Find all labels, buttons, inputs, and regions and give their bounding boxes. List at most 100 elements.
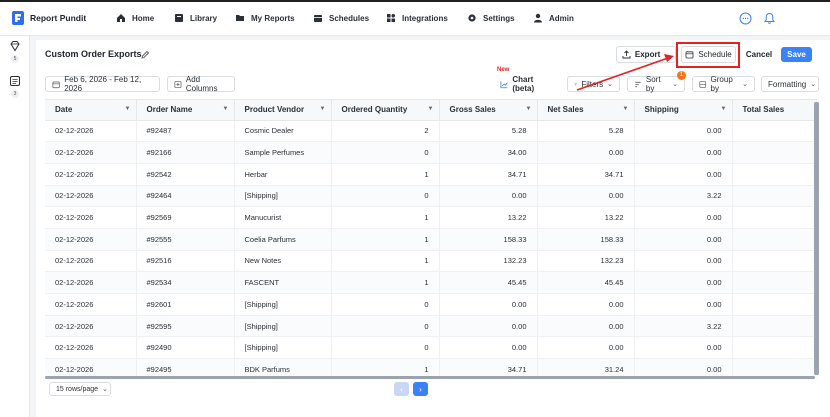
table-cell [732,293,817,316]
table-row[interactable]: 02-12-2026#92542Herbar134.7134.710.004 [45,163,817,186]
table-cell: 02-12-2026 [45,141,137,164]
brand-name: Report Pundit [30,13,87,23]
table-row[interactable]: 02-12-2026 #92555 Coelia Parfums 1 158.33 158… [45,228,817,251]
table-cell: 0.00 [634,250,733,273]
nav-schedules[interactable]: Schedules [313,13,369,23]
table-cell: 3.22 [634,185,733,208]
formatting-button[interactable]: Formatting ⌄ [761,76,819,92]
table-cell [732,206,817,229]
table-row[interactable]: 02-12-2026 #92464 [Shipping] 0 0.00 0.00 3.22 [45,185,817,208]
table-cell: #92490 [136,336,235,360]
table-cell: #92569 [136,206,235,229]
add-columns-label: Add Columns [185,75,218,93]
table-cell: 34.71 [439,163,538,186]
table-cell: Coelia Parfums [234,228,332,251]
list-icon[interactable] [9,75,21,87]
nav-settings[interactable]: Settings [467,13,515,23]
table-row[interactable]: 02-12-2026 #92595 [Shipping] 0 0.00 0.00 3.22 [45,315,817,338]
table-cell: 0.00 [634,336,733,360]
save-button[interactable]: Save [781,47,812,62]
scrollbar-thumb[interactable] [814,102,819,375]
nav-integrations[interactable]: Integrations [386,13,448,23]
add-columns-button[interactable]: Add Columns [167,75,235,93]
table-row[interactable]: 02-12-2026 #92166 Sample Perfumes 0 34.00 0.0… [45,141,817,164]
previous-page-button[interactable]: ‹ [394,382,409,396]
chart-label: Chart (beta) [512,75,535,93]
nav-home[interactable]: Home [116,13,154,23]
vertical-scrollbar[interactable] [814,102,819,375]
column-header-order-name[interactable]: Order Name ▼ [136,100,235,121]
sort-by-button[interactable]: Sort by ⌄ [627,75,685,93]
chart-button[interactable]: Chart (beta) [494,75,560,93]
column-header-total-sales[interactable]: Total Sales [732,100,817,121]
table-cell: 0.00 [439,293,538,316]
nav-my-reports[interactable]: My Reports [235,13,295,23]
diamond-icon[interactable] [9,40,21,52]
export-button[interactable]: Export ⌄ [616,46,676,63]
table-cell: #92516 [136,250,235,273]
cancel-button[interactable]: Cancel [742,46,776,63]
nav-library[interactable]: Library [174,13,217,23]
horizontal-scrollbar[interactable] [45,376,815,379]
table-cell: 02-12-2026 [45,250,137,273]
add-column-icon [174,80,182,88]
left-rail: 5 3 [0,36,30,417]
table-cell: 1 [331,206,440,229]
table-row[interactable]: 02-12-2026 #92516 New Notes 1 132.23 132.23 0.… [45,250,817,273]
calendar-icon [52,81,60,88]
column-header-date[interactable]: Date ▼ [45,100,137,121]
nav-admin[interactable]: Admin [533,13,574,23]
table-cell: [Shipping] [234,185,332,208]
export-label: Export [634,50,661,59]
table-cell: 02-12-2026 [45,120,137,143]
table-cell: 13.22 [439,206,538,229]
filters-label: Filters [581,79,604,89]
table-row[interactable]: 02-12-2026 #92534 FASCENT 1 45.45 45.45 0.00 [45,271,817,294]
table-cell: 0 [331,315,440,338]
group-by-button[interactable]: Group by ⌄ [692,75,755,93]
table-cell: 158.33 [537,228,635,251]
chat-icon[interactable] [739,12,752,25]
table-cell: 02-12-2026 [45,293,137,316]
table-cell: 0 [331,141,440,164]
column-header-gross-sales[interactable]: Gross Sales ▼ [439,100,538,121]
group-icon [699,80,707,88]
column-label: Net Sales [547,105,584,115]
chevron-down-icon: ⌄ [664,51,671,59]
rows-per-page-select[interactable]: 15 rows/page ⌄ [49,382,111,396]
table-cell: Cosmic Dealer [234,120,332,143]
next-page-button[interactable]: › [413,382,428,396]
table-cell: 0 [331,293,440,316]
table-row[interactable]: 02-12-2026 #92601 [Shipping] 0 0.00 0.00 0.00 [45,293,817,316]
brand[interactable]: Report Pundit [12,11,86,25]
table-cell: 1 [331,250,440,273]
caret-down-icon: ▼ [720,106,727,112]
table-row[interactable]: 02-12-2026 #92569 Manucurist 1 13.22 13.22 0.0… [45,206,817,229]
caret-down-icon: ▼ [525,106,532,112]
column-header-net-sales[interactable]: Net Sales ▼ [537,100,635,121]
column-header-ordered-quantity[interactable]: Ordered Quantity ▼ [331,100,440,121]
table-row[interactable]: 02-12-2026 #92490 [Shipping] 0 0.00 0.00 0.00 [45,336,817,360]
table-row[interactable]: 02-12-2026 #92487 Cosmic Dealer 2 5.28 5.28 0.… [45,120,817,143]
table-cell: #92542 [136,163,235,186]
nav-schedules-label: Schedules [329,13,370,23]
date-range-picker[interactable]: Feb 6, 2026 - Feb 12, 2026 [45,75,160,93]
book-icon [175,14,183,22]
table-cell: 02-12-2026 [45,336,137,360]
column-header-product-vendor[interactable]: Product Vendor ▼ [234,100,332,121]
table-cell: 45.45 [439,271,538,294]
table-cell: 158.33 [439,228,538,251]
pencil-icon[interactable] [141,50,150,59]
caret-down-icon: ▼ [622,106,629,112]
integrations-icon [387,14,395,22]
table-cell [732,141,817,164]
table-cell: 02-12-2026 [45,271,137,294]
table-cell: 0.00 [634,206,733,229]
column-header-shipping[interactable]: Shipping ▼ [634,100,733,121]
bell-icon[interactable] [763,12,776,25]
table-cell: 0.00 [634,163,733,186]
data-table: Date ▼ Order Name ▼ Product Vendor ▼ Ordere… [45,100,817,379]
filters-button[interactable]: Filters ⌄ [567,76,620,92]
table-cell [732,185,817,208]
table-cell: #92595 [136,315,235,338]
